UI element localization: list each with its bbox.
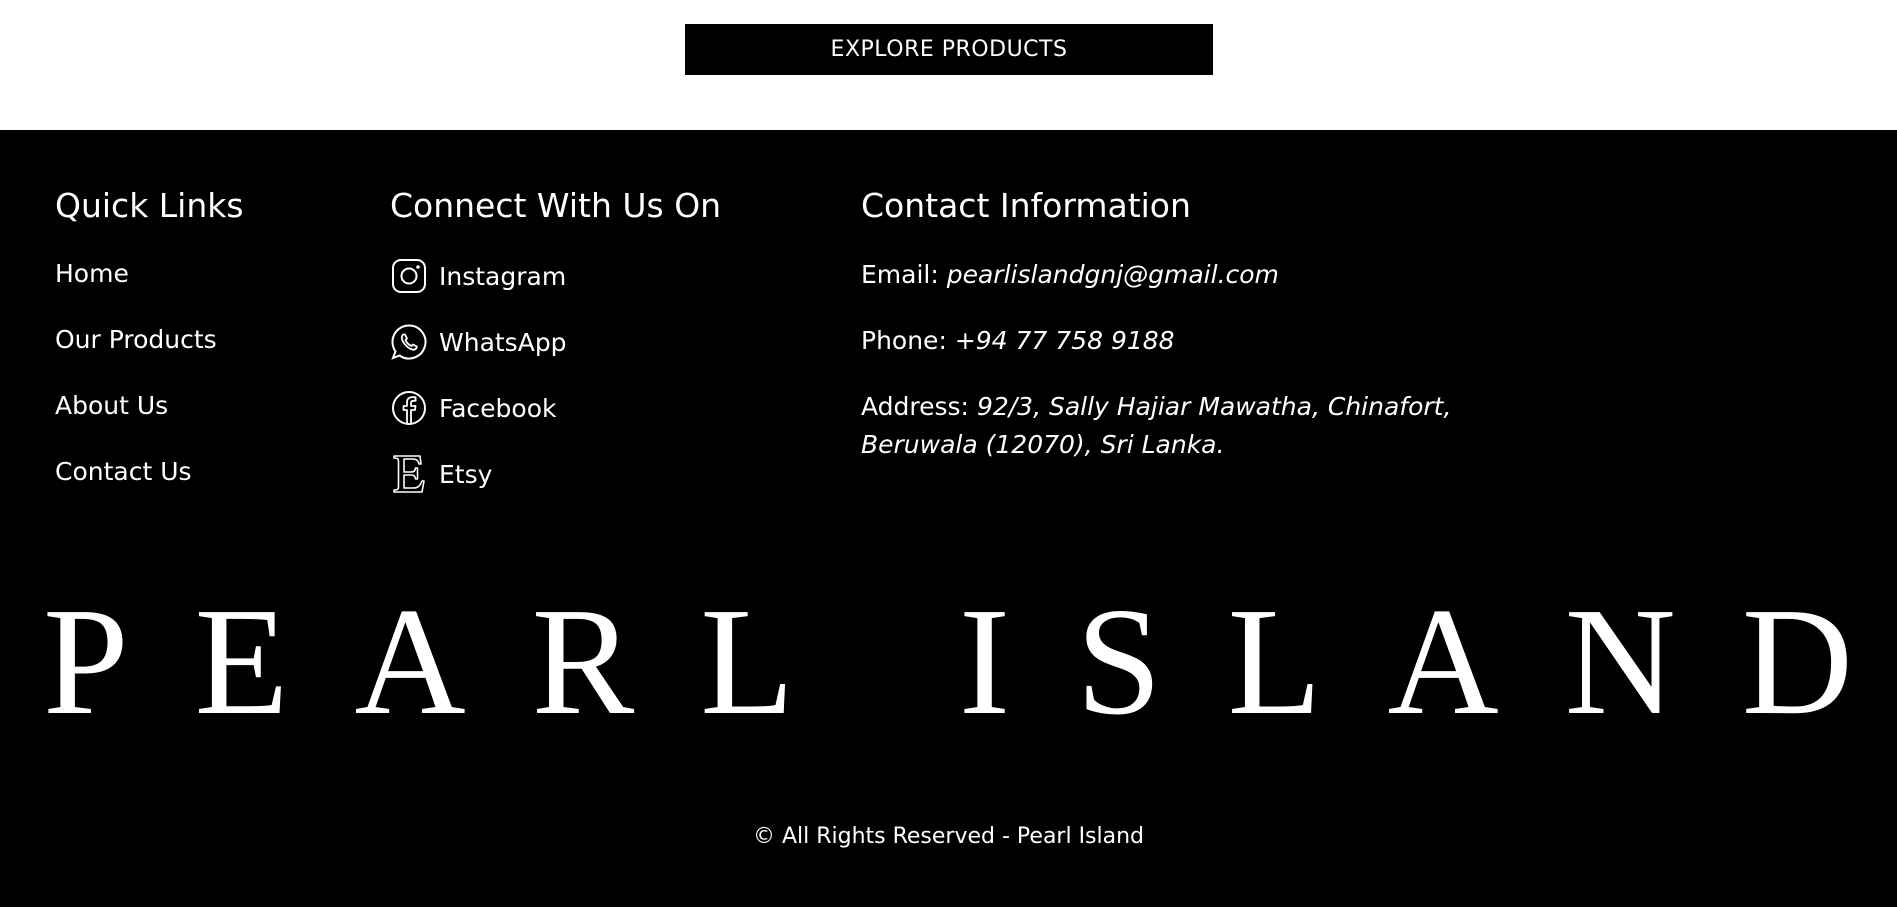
footer-link-home[interactable]: Home (55, 258, 129, 290)
phone-value[interactable]: +94 77 758 9188 (955, 326, 1175, 355)
brand-wordmark-text: PEARL ISLAND (43, 585, 1853, 725)
top-band: EXPLORE PRODUCTS (0, 0, 1897, 130)
facebook-icon (390, 389, 428, 427)
whatsapp-icon (390, 323, 428, 361)
social-label-whatsapp: WhatsApp (439, 327, 567, 357)
explore-products-button[interactable]: EXPLORE PRODUCTS (685, 24, 1213, 75)
phone-label: Phone: (861, 326, 955, 355)
contact-address: Address: 92/3, Sally Hajiar Mawatha, Chi… (861, 388, 1451, 464)
social-link-facebook[interactable]: Facebook (390, 388, 556, 428)
footer-link-contact-us[interactable]: Contact Us (55, 456, 192, 488)
etsy-icon (390, 455, 428, 493)
address-value-line1: 92/3, Sally Hajiar Mawatha, Chinafort, (976, 392, 1452, 421)
footer-link-about-us[interactable]: About Us (55, 390, 168, 422)
contact-heading: Contact Information (861, 186, 1191, 225)
social-label-instagram: Instagram (439, 261, 567, 291)
email-value[interactable]: pearlislandgnj@gmail.com (947, 260, 1279, 289)
copyright-text: © All Rights Reserved - Pearl Island (752, 824, 1145, 849)
address-label: Address: (861, 392, 977, 421)
connect-heading: Connect With Us On (390, 186, 722, 225)
footer-link-our-products[interactable]: Our Products (55, 324, 217, 356)
address-value-line2: Beruwala (12070), Sri Lanka. (861, 430, 1225, 459)
email-label: Email: (861, 260, 947, 289)
social-link-whatsapp[interactable]: WhatsApp (390, 322, 567, 362)
social-label-facebook: Facebook (439, 393, 557, 423)
instagram-icon (390, 257, 428, 295)
quick-links-heading: Quick Links (55, 186, 244, 225)
contact-phone: Phone: +94 77 758 9188 (861, 322, 1175, 360)
social-link-etsy[interactable]: Etsy (390, 454, 492, 494)
brand-wordmark: PEARL ISLAND (0, 585, 1897, 725)
social-link-instagram[interactable]: Instagram (390, 256, 566, 296)
contact-email: Email: pearlislandgnj@gmail.com (861, 256, 1279, 294)
site-footer: Quick Links Home Our Products About Us C… (0, 130, 1897, 907)
social-label-etsy: Etsy (439, 459, 493, 489)
